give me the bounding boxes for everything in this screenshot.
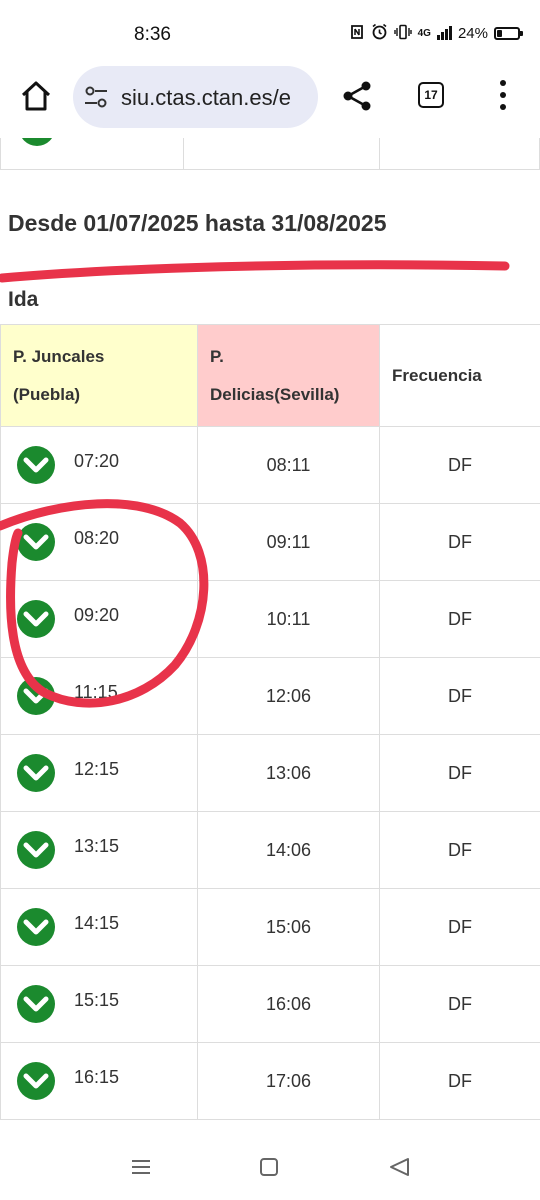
previous-table-fragment [0,138,540,170]
arrival-time: 10:11 [197,580,380,658]
frequency-value: DF [379,811,540,889]
frequency-value: DF [379,1042,540,1120]
column-header-destination: P. Delicias(Sevilla) [197,324,380,427]
chevron-down-circle-icon[interactable] [16,445,56,485]
departure-time: 12:15 [74,759,120,779]
frequency-value: DF [379,734,540,812]
address-bar[interactable]: siu.ctas.ctan.es/e [73,66,318,128]
nfc-icon [349,24,365,43]
recent-apps-button[interactable] [131,1159,151,1175]
table-row: 07:20 08:11 DF [0,426,540,504]
overflow-menu-button[interactable] [494,80,512,110]
arrival-time: 12:06 [197,657,380,735]
arrival-time: 13:06 [197,734,380,812]
arrival-time: 17:06 [197,1042,380,1120]
schedule-table: P. Juncales (Puebla) P. Delicias(Sevilla… [0,324,540,1120]
column-header-origin: P. Juncales (Puebla) [0,324,198,427]
origin-town: (Puebla) [13,384,81,404]
arrival-time: 08:11 [197,426,380,504]
vibrate-icon [393,24,412,43]
share-icon [343,81,371,111]
departure-time: 13:15 [74,836,120,856]
chevron-down-circle-icon[interactable] [18,138,56,147]
departure-time: 15:15 [74,990,120,1010]
browser-toolbar: siu.ctas.ctan.es/e 17 [0,62,540,138]
departure-cell: 13:15 [0,811,198,889]
frequency-value: DF [379,580,540,658]
frequency-value: DF [379,503,540,581]
menu-dot-icon [500,104,506,110]
date-range-title: Desde 01/07/2025 hasta 31/08/2025 [8,210,387,236]
chevron-down-circle-icon[interactable] [16,1061,56,1101]
departure-cell: 12:15 [0,734,198,812]
status-time: 8:36 [134,24,171,45]
arrival-time: 15:06 [197,888,380,966]
red-underline-annotation [0,260,510,283]
departure-cell: 14:15 [0,888,198,966]
system-nav-bar [0,1134,540,1200]
site-settings-icon[interactable] [83,84,109,110]
chevron-down-circle-icon[interactable] [16,907,56,947]
arrival-time: 16:06 [197,965,380,1043]
table-row: 16:15 17:06 DF [0,1042,540,1120]
departure-cell: 07:20 [0,426,198,504]
chevron-down-circle-icon[interactable] [16,753,56,793]
frequency-value: DF [379,426,540,504]
frequency-label: Frecuencia [392,365,482,385]
signal-icon [436,26,452,40]
frequency-value: DF [379,888,540,966]
schedule-header-row: P. Juncales (Puebla) P. Delicias(Sevilla… [0,324,540,427]
tab-count: 17 [424,88,438,102]
table-row: 15:15 16:06 DF [0,965,540,1043]
frequency-value: DF [379,657,540,735]
home-icon [21,81,51,111]
red-circle-annotation [0,499,209,708]
table-row: 14:15 15:06 DF [0,888,540,966]
status-bar: 8:36 4G 24% [0,0,540,62]
destination-prefix: P. [210,346,224,366]
menu-dot-icon [500,80,506,86]
nav-back-button[interactable] [388,1157,410,1177]
table-divider [379,138,380,169]
table-divider [183,138,184,169]
departure-time: 16:15 [74,1067,120,1087]
arrival-time: 14:06 [197,811,380,889]
destination-name: Delicias(Sevilla) [210,384,340,404]
share-button[interactable] [340,79,374,113]
column-header-frequency: Frecuencia [379,324,540,427]
table-row: 13:15 14:06 DF [0,811,540,889]
network-type: 4G [417,27,431,39]
menu-dot-icon [500,92,506,98]
battery-percent: 24% [457,24,488,42]
chevron-down-circle-icon[interactable] [16,830,56,870]
nav-home-button[interactable] [260,1158,278,1176]
section-title-ida: Ida [8,288,39,311]
origin-name: P. Juncales [13,346,105,366]
status-icons: 4G 24% [349,23,523,43]
table-row: 12:15 13:06 DF [0,734,540,812]
departure-cell: 16:15 [0,1042,198,1120]
alarm-icon [371,23,388,43]
home-button[interactable] [18,78,54,114]
departure-cell: 15:15 [0,965,198,1043]
frequency-value: DF [379,965,540,1043]
chevron-down-circle-icon[interactable] [16,984,56,1024]
departure-time: 14:15 [74,913,120,933]
departure-time: 07:20 [74,451,120,471]
battery-icon [494,26,523,40]
arrival-time: 09:11 [197,503,380,581]
web-content: Desde 01/07/2025 hasta 31/08/2025 Ida P.… [0,138,540,1134]
tab-switcher-button[interactable]: 17 [418,82,444,108]
url-text: siu.ctas.ctan.es/e [121,85,291,110]
